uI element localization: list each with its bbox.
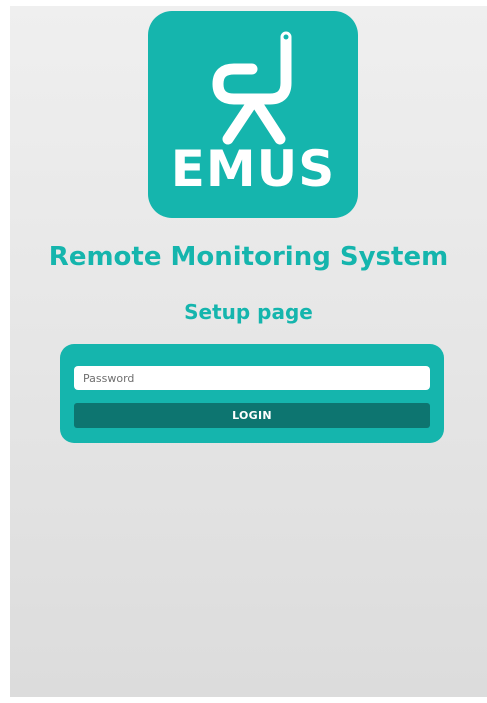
logo-text: EMUS bbox=[170, 140, 336, 198]
password-input[interactable] bbox=[74, 366, 430, 390]
login-form: LOGIN bbox=[60, 344, 444, 443]
emus-logo: EMUS bbox=[148, 11, 358, 218]
page-title: Remote Monitoring System bbox=[48, 242, 449, 272]
page-subtitle: Setup page bbox=[184, 300, 313, 324]
login-button[interactable]: LOGIN bbox=[74, 403, 430, 428]
setup-page: EMUS Remote Monitoring System Setup page… bbox=[10, 6, 487, 697]
